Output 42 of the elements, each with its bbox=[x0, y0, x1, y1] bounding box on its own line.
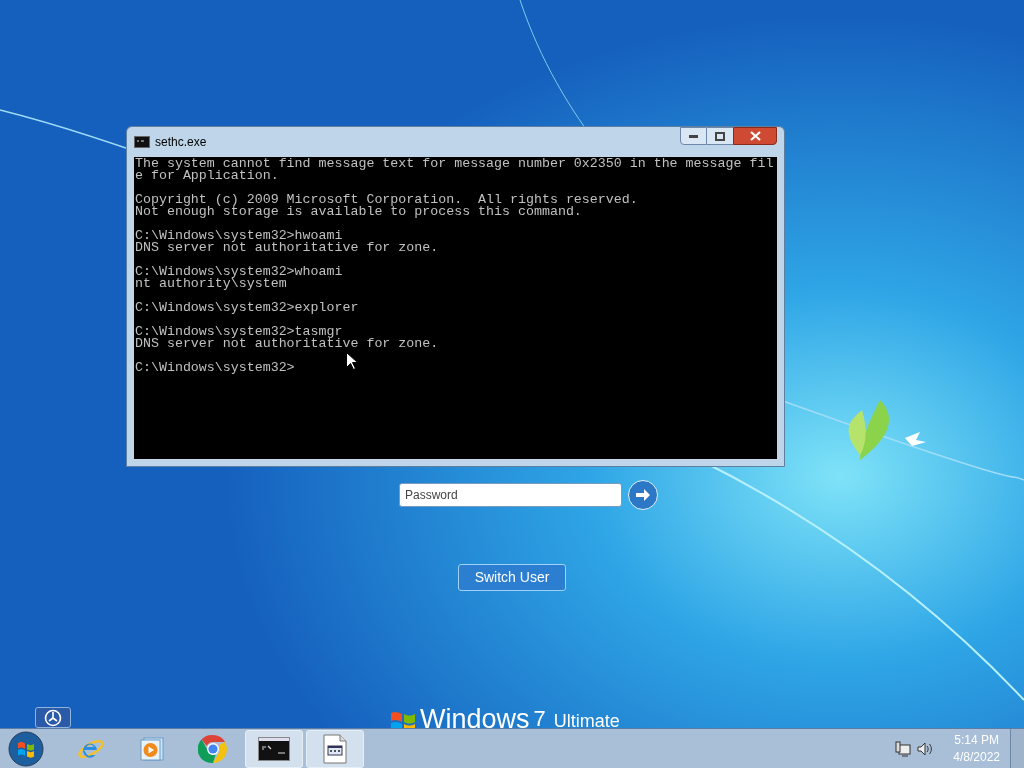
taskbar-button[interactable] bbox=[245, 729, 303, 768]
network-icon bbox=[895, 740, 912, 757]
clock-date: 4/8/2022 bbox=[953, 748, 1000, 766]
minimize-icon bbox=[689, 134, 698, 138]
product-edition: Ultimate bbox=[553, 710, 620, 733]
console-icon bbox=[258, 736, 290, 761]
console-line: DNS server not authoritative for zone. bbox=[135, 338, 439, 350]
console-line: The system cannot find message text for message number 0x2350 in the message fil bbox=[135, 158, 774, 170]
start-button[interactable] bbox=[6, 730, 46, 767]
mouse-pointer-icon bbox=[346, 352, 357, 370]
product-version: 7 bbox=[533, 705, 546, 733]
ease-of-access-button[interactable] bbox=[35, 707, 71, 728]
window-title: sethc.exe bbox=[155, 134, 207, 151]
console-line: C:\Windows\system32>hwoami bbox=[135, 230, 343, 242]
console-line: Not enough storage is available to process this command. bbox=[135, 206, 582, 218]
console-icon bbox=[134, 136, 150, 148]
console-line: C:\Windows\system32> bbox=[135, 362, 295, 374]
chrome-icon bbox=[198, 733, 228, 764]
console-line: C:\Windows\system32>explorer bbox=[135, 302, 359, 314]
clock-time: 5:14 PM bbox=[954, 731, 999, 749]
maximize-button[interactable] bbox=[707, 127, 733, 145]
console-line: C:\Windows\system32>tasmgr bbox=[135, 326, 343, 338]
console-line: DNS server not authoritative for zone. bbox=[135, 242, 439, 254]
close-button[interactable] bbox=[733, 127, 777, 145]
console-line: Copyright (c) 2009 Microsoft Corporation. All rights reserved. bbox=[135, 194, 638, 206]
arrow-right-icon bbox=[635, 488, 651, 502]
leaves-drawing bbox=[848, 400, 889, 460]
start-orb-icon bbox=[8, 730, 44, 767]
minimize-button[interactable] bbox=[680, 127, 707, 145]
bird-drawing bbox=[905, 432, 926, 446]
product-name: Windows bbox=[420, 704, 530, 734]
ease-of-access-icon bbox=[44, 708, 62, 727]
password-field[interactable]: Password bbox=[399, 483, 622, 507]
media-player-icon bbox=[139, 735, 165, 762]
maximize-icon bbox=[715, 131, 725, 141]
console-line: e for Application. bbox=[135, 170, 279, 182]
close-icon bbox=[749, 131, 761, 141]
switch-user-button[interactable]: Switch User bbox=[458, 564, 566, 591]
file-icon bbox=[323, 733, 347, 764]
console-line: C:\Windows\system32>whoami bbox=[135, 266, 343, 278]
volume-icon bbox=[917, 741, 934, 756]
console-line: nt authority\system bbox=[135, 278, 287, 290]
